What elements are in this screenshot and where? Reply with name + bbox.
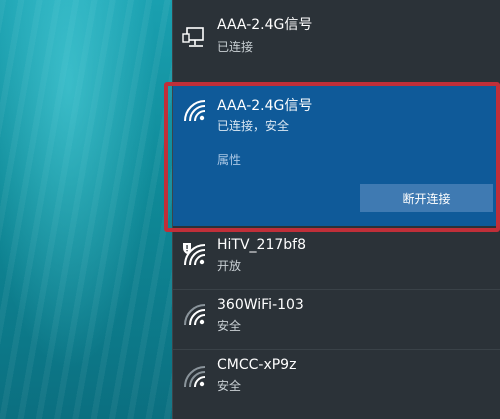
network-status: 安全 [217,379,242,393]
network-flyout: AAA-2.4G信号 已连接 AAA-2.4G信号 已连接，安全 属性 断开连接 [172,0,500,419]
wifi-icon [181,98,211,124]
network-item-hitv[interactable]: HiTV_217bf8 开放 [173,230,500,288]
network-name: HiTV_217bf8 [217,237,306,253]
ethernet-icon [181,26,211,52]
network-status: 已连接 [217,40,254,54]
properties-link[interactable]: 属性 [217,151,241,168]
network-item-wired[interactable]: AAA-2.4G信号 已连接 [173,0,500,76]
desktop-wallpaper [0,0,172,419]
wifi-warning-icon [181,242,211,268]
network-name: 360WiFi-103 [217,297,304,313]
disconnect-button[interactable]: 断开连接 [360,184,493,212]
network-status: 安全 [217,319,242,333]
wifi-icon [181,364,211,390]
network-item-360wifi[interactable]: 360WiFi-103 安全 [173,290,500,348]
network-status: 开放 [217,259,242,273]
wifi-icon [181,302,211,328]
network-status: 已连接，安全 [217,119,290,133]
network-name: AAA-2.4G信号 [217,17,313,33]
network-item-selected[interactable]: AAA-2.4G信号 已连接，安全 属性 断开连接 [173,84,500,226]
network-name: AAA-2.4G信号 [217,98,313,114]
network-name: CMCC-xP9z [217,357,297,373]
network-item-cmcc[interactable]: CMCC-xP9z 安全 [173,350,500,410]
